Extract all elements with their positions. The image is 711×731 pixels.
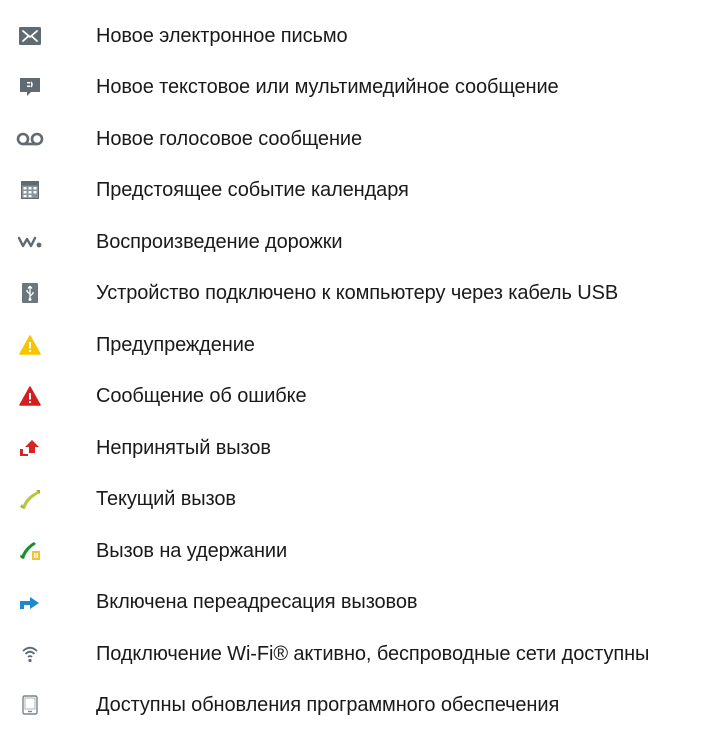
call-on-hold-icon [16, 537, 44, 565]
error-red-icon [16, 382, 44, 410]
item-label: Доступны обновления программного обеспеч… [96, 693, 559, 717]
item-label: Предупреждение [96, 333, 255, 357]
list-item: Вызов на удержании [0, 525, 711, 577]
list-item: Новое текстовое или мультимедийное сообщ… [0, 62, 711, 114]
message-bubble-icon [16, 73, 44, 101]
software-update-icon [16, 691, 44, 719]
list-item: Текущий вызов [0, 474, 711, 526]
list-item: Включена переадресация вызовов [0, 577, 711, 629]
list-item: Непринятый вызов [0, 422, 711, 474]
usb-icon [16, 279, 44, 307]
list-item: Предстоящее событие календаря [0, 165, 711, 217]
list-item: Новое голосовое сообщение [0, 113, 711, 165]
envelope-icon [16, 22, 44, 50]
list-item: Новое электронное письмо [0, 10, 711, 62]
item-label: Текущий вызов [96, 487, 236, 511]
item-label: Подключение Wi-Fi® активно, беспроводные… [96, 642, 649, 666]
ongoing-call-icon [16, 485, 44, 513]
wifi-icon [16, 640, 44, 668]
call-forwarding-icon [16, 588, 44, 616]
item-label: Новое электронное письмо [96, 24, 348, 48]
item-label: Включена переадресация вызовов [96, 590, 417, 614]
warning-yellow-icon [16, 331, 44, 359]
missed-call-icon [16, 434, 44, 462]
item-label: Вызов на удержании [96, 539, 287, 563]
list-item: Предупреждение [0, 319, 711, 371]
item-label: Новое текстовое или мультимедийное сообщ… [96, 75, 559, 99]
list-item: Сообщение об ошибке [0, 371, 711, 423]
item-label: Сообщение об ошибке [96, 384, 307, 408]
voicemail-icon [16, 125, 44, 153]
list-item: Воспроизведение дорожки [0, 216, 711, 268]
list-item: Доступны обновления программного обеспеч… [0, 680, 711, 731]
item-label: Предстоящее событие календаря [96, 178, 409, 202]
list-item: Подключение Wi-Fi® активно, беспроводные… [0, 628, 711, 680]
item-label: Новое голосовое сообщение [96, 127, 362, 151]
calendar-icon [16, 176, 44, 204]
notification-icons-list: Новое электронное письмо Новое текстовое… [0, 10, 711, 731]
item-label: Устройство подключено к компьютеру через… [96, 281, 618, 305]
walkman-icon [16, 228, 44, 256]
item-label: Воспроизведение дорожки [96, 230, 342, 254]
list-item: Устройство подключено к компьютеру через… [0, 268, 711, 320]
item-label: Непринятый вызов [96, 436, 271, 460]
